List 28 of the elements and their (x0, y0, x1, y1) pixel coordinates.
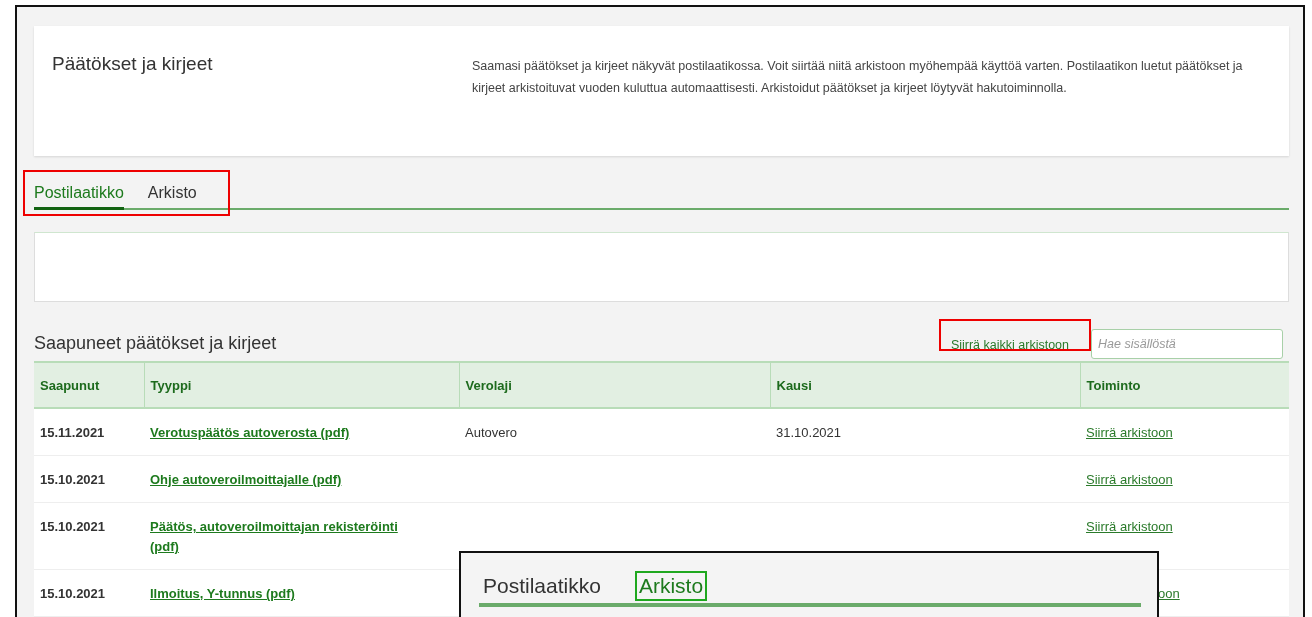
tab[interactable]: Postilaatikko (34, 184, 124, 210)
description-text: Saamasi päätökset ja kirjeet näkyvät postilaatikossa. Voit siirtää niitä arkistoon myöhempää käyttöä varten. Postilaatikon luetut päätökset ja kirjeet arkistoituvat vuoden kuluttua automaattisesti. Arkistoidut päätökset ja kirjeet löytyvät hakutoiminnolla. (472, 58, 1244, 97)
archive-link[interactable]: Siirrä arkistoon (1086, 519, 1173, 534)
date-cell: 15.10.2021 (34, 569, 144, 617)
search-field[interactable]: Hae sisällöstä (1091, 328, 1283, 359)
column-header: Verolaji (459, 362, 770, 408)
tab[interactable]: Postilaatikko (479, 571, 605, 601)
document-link[interactable]: Ilmoitus, Y-tunnus (pdf) (150, 584, 295, 604)
archive-link[interactable]: Siirrä arkistoon (1086, 425, 1173, 440)
document-link[interactable]: Ohje autoveroilmoittajalle (pdf) (150, 470, 342, 490)
column-header: Tyyppi (144, 362, 459, 408)
archive-link[interactable]: oon (1158, 586, 1180, 601)
date-cell: 15.10.2021 (34, 455, 144, 503)
tab[interactable]: Arkisto (634, 571, 708, 601)
document-link[interactable]: Verotuspäätös autoverosta (pdf) (150, 423, 350, 443)
page-title: Päätökset ja kirjeet (52, 53, 214, 76)
archive-all-link[interactable]: Siirrä kaikki arkistoon (950, 337, 1069, 352)
column-header: Kausi (770, 362, 1080, 408)
tab[interactable]: Arkisto (147, 184, 197, 210)
date-cell: 15.10.2021 (34, 502, 144, 570)
column-header: Toiminto (1080, 362, 1289, 408)
date-cell: 15.11.2021 (34, 408, 144, 456)
column-header: Saapunut (34, 362, 144, 408)
section-title: Saapuneet päätökset ja kirjeet (34, 333, 278, 354)
tax-type-cell: Autovero (465, 425, 518, 440)
archive-link[interactable]: Siirrä arkistoon (1086, 472, 1173, 487)
period-cell: 31.10.2021 (776, 425, 842, 440)
document-link[interactable]: Päätös, autoveroilmoittajan rekisteröinti (pdf) (150, 517, 425, 557)
